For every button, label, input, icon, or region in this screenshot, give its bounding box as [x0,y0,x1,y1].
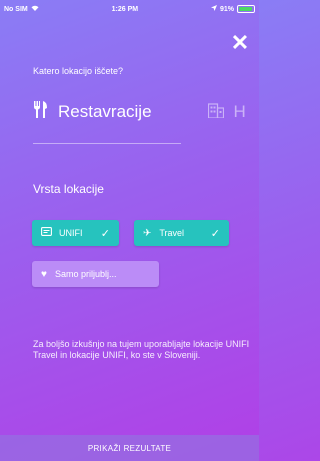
plane-icon: ✈ [143,227,152,239]
show-results-button[interactable]: PRIKAŽI REZULTATE [0,435,259,461]
check-icon: ✓ [210,227,220,240]
heart-icon: ♥ [41,268,47,280]
battery-icon [237,5,255,13]
location-type-title: Vrsta lokacije [33,182,104,196]
chip-label: Travel [159,228,185,238]
carrier-label: No SIM [4,5,28,13]
battery-level [239,7,252,11]
check-icon: ✓ [100,227,110,240]
category-next[interactable]: H [207,102,246,123]
status-time: 1:26 PM [111,5,139,13]
card-icon [41,227,52,239]
category-label: Restavracije [58,102,152,121]
close-icon[interactable]: ✕ [229,32,251,54]
battery-percent: 91% [219,5,234,13]
info-text: Za boljšo izkušnjo na tujem uporabljajte… [33,339,250,360]
fork-knife-icon [33,101,48,123]
category-carousel[interactable]: Restavracije H [33,98,259,126]
chip-label: Samo priljublj... [54,269,117,279]
filter-chip-travel[interactable]: ✈ Travel ✓ [134,220,229,246]
filter-chip-unifi[interactable]: UNIFI ✓ [32,220,119,246]
building-icon [207,102,224,123]
wifi-icon [31,5,39,13]
location-arrow-icon [210,5,217,13]
location-question: Katero lokacijo iščete? [33,66,124,76]
chip-label: UNIFI [59,228,83,238]
category-restaurants[interactable]: Restavracije [33,101,152,123]
filter-chip-favorites[interactable]: ♥ Samo priljublj... [32,261,159,287]
category-label: H [233,102,246,121]
category-underline [33,143,181,144]
status-bar: No SIM 1:26 PM 91% [0,0,259,18]
